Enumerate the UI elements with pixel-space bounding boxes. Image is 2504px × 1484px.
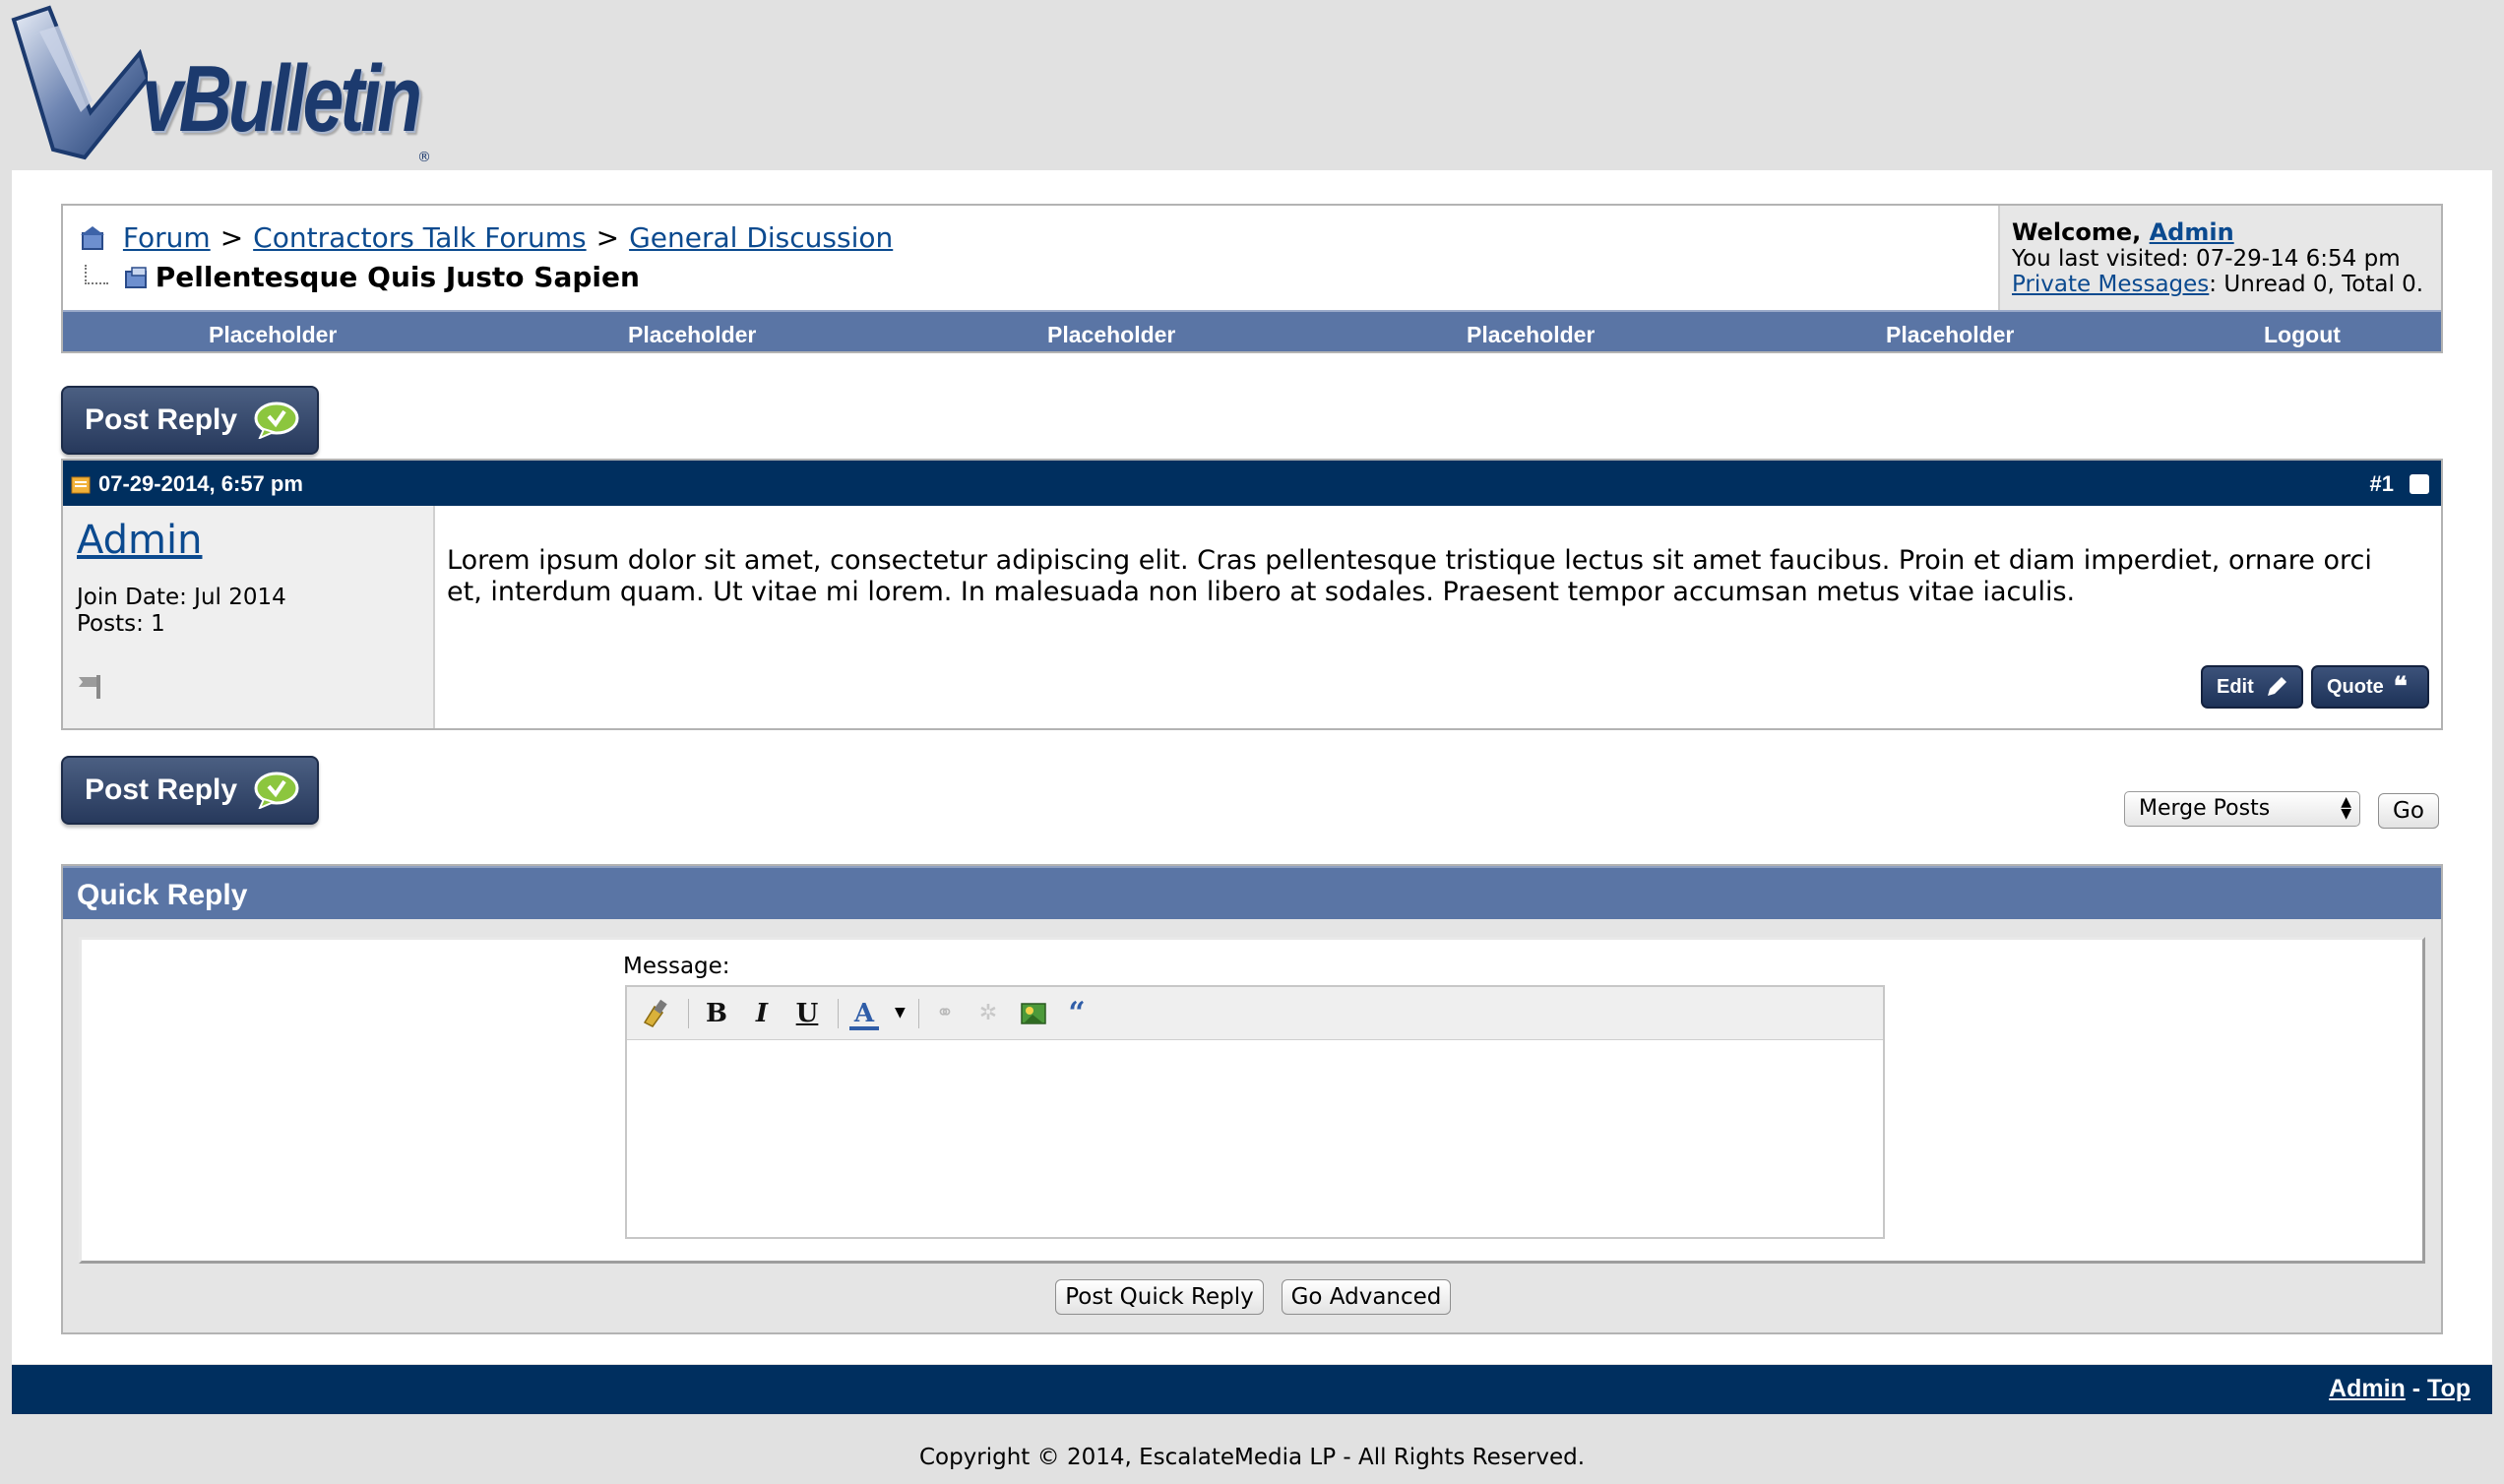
- copyright: Copyright © 2014, EscalateMedia LP - All…: [918, 1445, 1586, 1470]
- nav-item-placeholder-2[interactable]: Placeholder: [628, 322, 756, 348]
- breadcrumb: Forum > Contractors Talk Forums > General Di…: [79, 221, 893, 254]
- speech-bubble-icon: [254, 772, 299, 809]
- post-date: 07-29-2014, 6:57 pm: [98, 471, 303, 496]
- message-editor: B I U A ▼ ⚭ ✲ “: [625, 985, 1885, 1239]
- logo-text: vBulletin: [142, 46, 422, 152]
- nav-item-placeholder-4[interactable]: Placeholder: [1467, 322, 1595, 348]
- user-meta: Join Date: Jul 2014 Posts: 1: [77, 585, 286, 638]
- link-icon[interactable]: ⚭: [930, 999, 960, 1028]
- post-reply-button-top[interactable]: Post Reply: [61, 386, 319, 455]
- join-date: Join Date: Jul 2014: [77, 585, 286, 610]
- breadcrumb-contractors-talk[interactable]: Contractors Talk Forums: [253, 221, 586, 254]
- post-header: 07-29-2014, 6:57 pm #1: [63, 461, 2441, 506]
- pencil-icon: [2267, 677, 2286, 696]
- toolbar-separator: [688, 999, 689, 1028]
- post-status-icon: [71, 476, 91, 494]
- welcome-username-link[interactable]: Admin: [2150, 218, 2234, 246]
- speech-bubble-icon: [254, 402, 299, 439]
- italic-icon[interactable]: I: [747, 999, 777, 1028]
- private-messages-link[interactable]: Private Messages: [2012, 272, 2209, 297]
- quick-reply-panel: Quick Reply Message: B I U A ▼ ⚭ ✲ “ Pos…: [61, 864, 2443, 1334]
- unlink-icon[interactable]: ✲: [973, 999, 1003, 1028]
- footer-separator: -: [2405, 1375, 2428, 1402]
- welcome-panel: Welcome, Admin You last visited: 07-29-1…: [1998, 206, 2441, 310]
- footer-links: Admin - Top: [2329, 1375, 2471, 1403]
- select-arrows-icon: ▲ ▼: [2341, 794, 2351, 822]
- moderation-go-button[interactable]: Go: [2378, 793, 2439, 829]
- nav-item-placeholder-1[interactable]: Placeholder: [209, 322, 337, 348]
- post-reply-button-bottom[interactable]: Post Reply: [61, 756, 319, 825]
- quote-icon: ❝: [2393, 672, 2408, 702]
- post-reply-label: Post Reply: [85, 403, 238, 436]
- footer-top-link[interactable]: Top: [2427, 1375, 2471, 1402]
- nav-item-placeholder-3[interactable]: Placeholder: [1047, 322, 1175, 348]
- nav-item-logout[interactable]: Logout: [2264, 322, 2341, 348]
- edit-button[interactable]: Edit: [2201, 665, 2303, 709]
- edit-label: Edit: [2217, 675, 2254, 698]
- last-visited: You last visited: 07-29-14 6:54 pm: [2012, 246, 2401, 272]
- post-author-link[interactable]: Admin: [77, 518, 202, 563]
- image-icon[interactable]: [1019, 999, 1048, 1028]
- moderation-select[interactable]: Merge Posts ▲ ▼: [2124, 791, 2360, 827]
- post-reply-label: Post Reply: [85, 773, 238, 806]
- post-number-link[interactable]: #1: [2370, 471, 2394, 497]
- post: 07-29-2014, 6:57 pm #1 Admin Join Date: …: [61, 459, 2443, 730]
- remove-format-icon[interactable]: [641, 999, 670, 1028]
- footer-bar: Admin - Top: [12, 1365, 2492, 1414]
- font-color-icon[interactable]: A: [849, 999, 879, 1030]
- footer-admin-link[interactable]: Admin: [2329, 1375, 2406, 1402]
- logo-chevron-icon: [11, 5, 148, 160]
- navbar: Forum > Contractors Talk Forums > General Di…: [61, 204, 2443, 353]
- thread-icon: [124, 267, 147, 288]
- post-select-checkbox[interactable]: [2410, 474, 2429, 494]
- post-message: Lorem ipsum dolor sit amet, consectetur …: [447, 545, 2372, 607]
- user-info-panel: Admin Join Date: Jul 2014 Posts: 1: [63, 506, 435, 728]
- nav-item-placeholder-5[interactable]: Placeholder: [1886, 322, 2014, 348]
- toolbar-separator: [838, 999, 839, 1028]
- quote-label: Quote: [2327, 675, 2384, 698]
- thread-title: Pellentesque Quis Justo Sapien: [155, 261, 640, 293]
- toolbar-separator: [918, 999, 919, 1028]
- welcome-prefix: Welcome,: [2012, 218, 2150, 246]
- message-label: Message:: [623, 954, 730, 979]
- pm-status: : Unread 0, Total 0.: [2209, 272, 2424, 297]
- logo-registered-mark: ®: [417, 150, 431, 165]
- report-flag-icon[interactable]: [77, 673, 106, 701]
- breadcrumb-general-discussion[interactable]: General Discussion: [629, 221, 893, 254]
- tree-branch-icon: [85, 265, 108, 284]
- moderation-select-value: Merge Posts: [2139, 796, 2271, 821]
- post-count: Posts: 1: [77, 611, 165, 637]
- vbulletin-logo[interactable]: vBulletin ®: [10, 2, 431, 169]
- post-quick-reply-button[interactable]: Post Quick Reply: [1055, 1279, 1264, 1315]
- editor-toolbar: B I U A ▼ ⚭ ✲ “: [627, 987, 1883, 1040]
- forum-home-icon: [81, 226, 104, 250]
- font-color-dropdown-icon[interactable]: ▼: [895, 1005, 906, 1020]
- underline-icon[interactable]: U: [792, 999, 822, 1028]
- quote-icon[interactable]: “: [1062, 999, 1092, 1028]
- bold-icon[interactable]: B: [702, 999, 731, 1028]
- nav-menu: Placeholder Placeholder Placeholder Plac…: [63, 310, 2441, 351]
- breadcrumb-forum[interactable]: Forum: [123, 221, 211, 254]
- quick-reply-body: Message: B I U A ▼ ⚭ ✲ “: [79, 937, 2425, 1264]
- quick-reply-title: Quick Reply: [63, 866, 2441, 919]
- breadcrumb-separator: >: [595, 221, 620, 254]
- go-advanced-button[interactable]: Go Advanced: [1282, 1279, 1451, 1315]
- quote-button[interactable]: Quote ❝: [2311, 665, 2429, 709]
- breadcrumb-separator: >: [219, 221, 244, 254]
- thread-title-row: Pellentesque Quis Justo Sapien: [85, 261, 640, 293]
